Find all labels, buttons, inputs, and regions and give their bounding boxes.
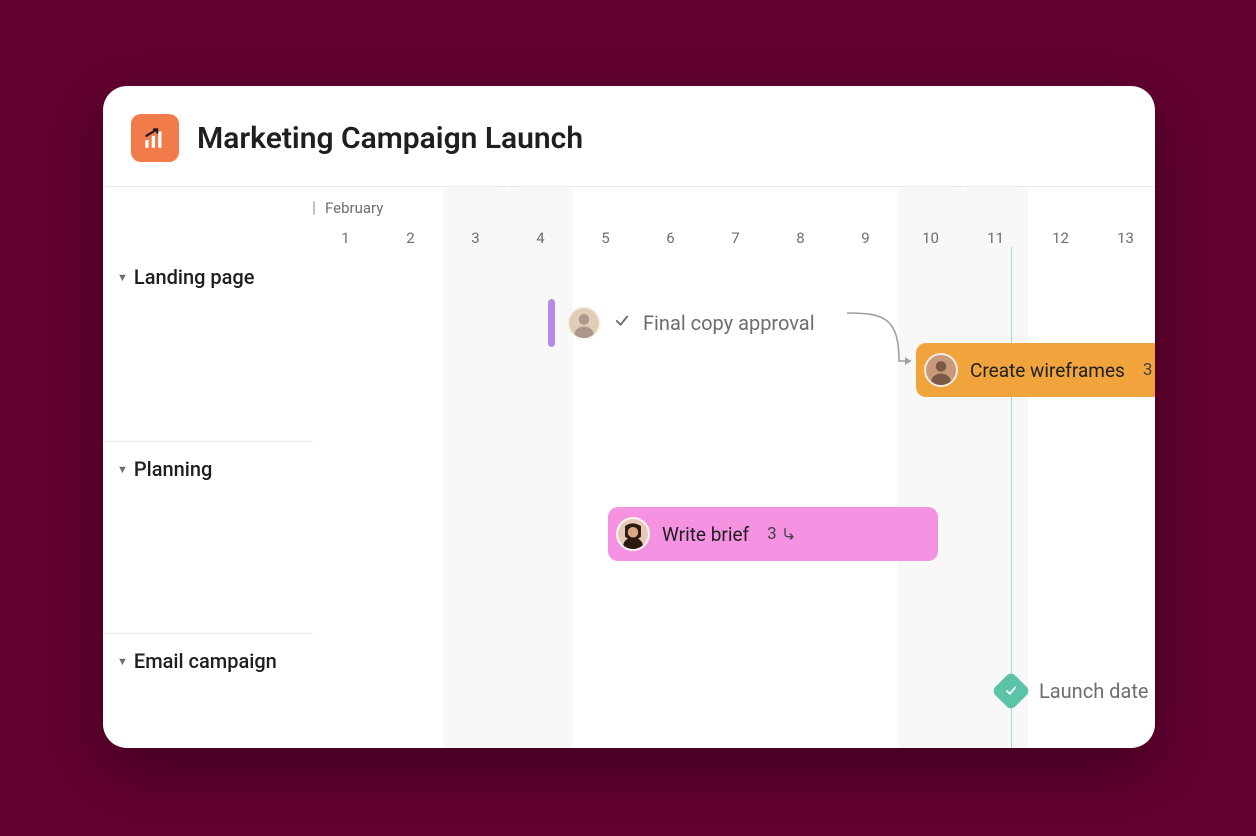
group-toggle-email-campaign[interactable]: ▼ Email campaign	[117, 649, 277, 673]
day-label: 9	[833, 229, 898, 247]
group-separator	[103, 441, 313, 442]
task-handle[interactable]	[548, 299, 555, 347]
timeline[interactable]: February 1 2 3 4 5 6 7 8 9 10 11 12 13 ▼…	[103, 186, 1155, 748]
group-label: Email campaign	[134, 649, 277, 673]
task-final-copy-approval[interactable]: Final copy approval	[548, 299, 815, 347]
day-label: 1	[313, 229, 378, 247]
milestone-diamond-icon	[991, 671, 1031, 711]
subtask-number: 3	[767, 524, 777, 544]
group-label: Planning	[134, 457, 212, 481]
assignee-avatar	[567, 306, 601, 340]
chevron-down-icon: ▼	[117, 655, 128, 668]
group-separator	[103, 633, 313, 634]
chevron-down-icon: ▼	[117, 271, 128, 284]
day-label: 13	[1093, 229, 1155, 247]
task-write-brief[interactable]: Write brief 3	[608, 507, 938, 561]
day-label: 12	[1028, 229, 1093, 247]
day-label: 10	[898, 229, 963, 247]
project-title: Marketing Campaign Launch	[197, 121, 583, 156]
chart-up-icon	[142, 125, 168, 151]
milestone-launch-date[interactable]: Launch date	[997, 677, 1148, 705]
day-label: 7	[703, 229, 768, 247]
day-label: 3	[443, 229, 508, 247]
day-label: 4	[508, 229, 573, 247]
subtask-count: 3	[1143, 360, 1155, 380]
group-toggle-landing-page[interactable]: ▼ Landing page	[117, 265, 255, 289]
date-grid: 1 2 3 4 5 6 7 8 9 10 11 12 13	[313, 187, 1155, 748]
day-label: 2	[378, 229, 443, 247]
day-label: 8	[768, 229, 833, 247]
group-label: Landing page	[134, 265, 255, 289]
task-label: Write brief	[662, 523, 749, 546]
assignee-avatar	[616, 517, 650, 551]
subtask-number: 3	[1143, 360, 1153, 380]
check-icon	[613, 311, 631, 335]
day-label: 6	[638, 229, 703, 247]
subtask-icon	[781, 526, 797, 542]
task-label: Final copy approval	[643, 311, 815, 335]
timeline-card: Marketing Campaign Launch February 1 2 3…	[103, 86, 1155, 748]
day-label: 11	[963, 229, 1028, 247]
milestone-label: Launch date	[1039, 679, 1148, 703]
task-label: Create wireframes	[970, 359, 1125, 382]
project-icon	[131, 114, 179, 162]
project-header: Marketing Campaign Launch	[103, 86, 1155, 186]
day-label: 5	[573, 229, 638, 247]
group-toggle-planning[interactable]: ▼ Planning	[117, 457, 212, 481]
task-create-wireframes[interactable]: Create wireframes 3	[916, 343, 1155, 397]
assignee-avatar	[924, 353, 958, 387]
chevron-down-icon: ▼	[117, 463, 128, 476]
subtask-count: 3	[767, 524, 797, 544]
